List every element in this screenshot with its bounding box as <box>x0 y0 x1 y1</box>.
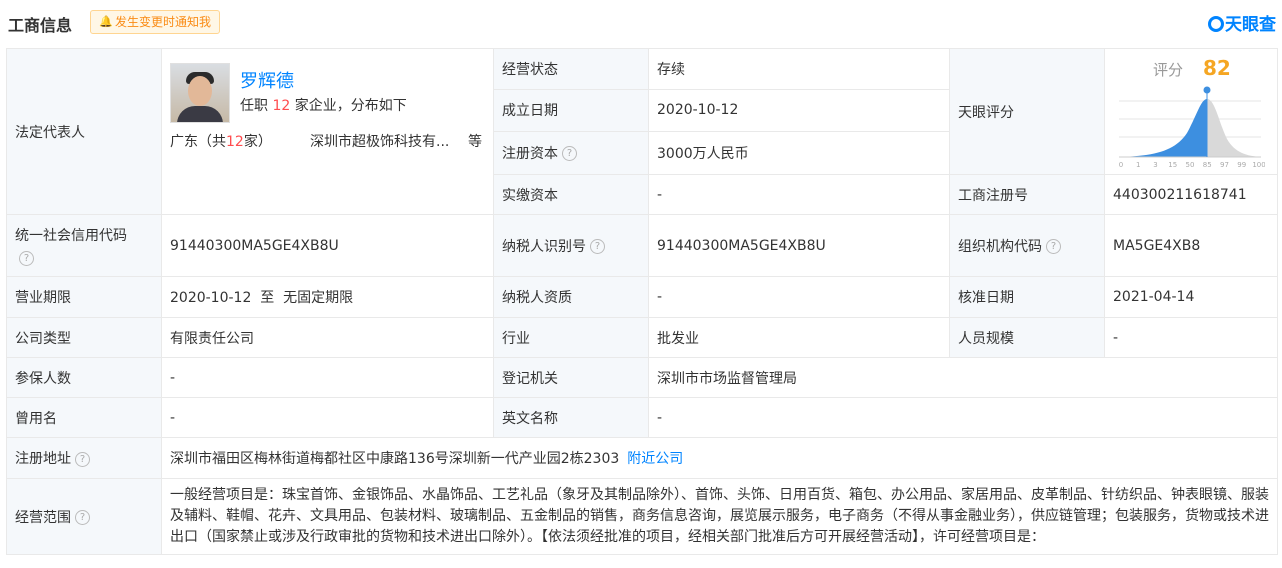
legal-rep-label: 法定代表人 <box>6 48 162 215</box>
reg-no-label: 工商注册号 <box>949 174 1105 215</box>
taxpayer-id-label: 纳税人识别号? <box>493 214 649 277</box>
section-title: 工商信息 <box>8 16 73 35</box>
bell-icon: 🔔 <box>99 15 113 28</box>
reg-authority-label: 登记机关 <box>493 357 649 398</box>
legal-rep-avatar[interactable] <box>170 62 230 123</box>
score-caption: 评分 <box>1153 61 1184 79</box>
taxpayer-id-value: 91440300MA5GE4XB8U <box>648 214 950 277</box>
paid-capital-label: 实缴资本 <box>493 174 649 215</box>
section-header: 工商信息 🔔 发生变更时通知我 天眼查 <box>0 0 1282 44</box>
legal-rep-more[interactable]: 等 <box>468 131 482 151</box>
established-value: 2020-10-12 <box>648 89 950 132</box>
legal-rep-desc: 任职 12 家企业，分布如下 <box>240 97 407 114</box>
english-name-label: 英文名称 <box>493 397 649 438</box>
help-icon[interactable]: ? <box>75 510 90 525</box>
score-axis-tick: 15 <box>1168 161 1177 169</box>
company-type-value: 有限责任公司 <box>161 317 494 358</box>
score-cell[interactable]: 评分 82 0 1 3 15 50 85 97 99 100 <box>1104 48 1278 175</box>
score-value: 82 <box>1203 56 1231 80</box>
tianyancha-logo-icon <box>1208 16 1224 32</box>
former-name-label: 曾用名 <box>6 397 162 438</box>
taxpayer-qual-label: 纳税人资质 <box>493 276 649 318</box>
brand-name: 天眼查 <box>1225 15 1276 35</box>
english-name-value: - <box>648 397 1278 438</box>
term-label: 营业期限 <box>6 276 162 318</box>
org-code-value: MA5GE4XB8 <box>1104 214 1278 277</box>
address-value: 深圳市福田区梅林街道梅都社区中康路136号深圳新一代产业园2栋2303 附近公司 <box>161 437 1278 479</box>
score-axis-tick: 85 <box>1203 161 1212 169</box>
credit-code-value: 91440300MA5GE4XB8U <box>161 214 494 277</box>
legal-rep-region[interactable]: 广东（共12家） <box>170 131 272 151</box>
legal-rep-name-link[interactable]: 罗辉德 <box>240 67 294 93</box>
scope-value: 一般经营项目是：珠宝首饰、金银饰品、水晶饰品、工艺礼品（象牙及其制品除外）、首饰… <box>161 478 1278 555</box>
score-axis-tick: 100 <box>1252 161 1265 169</box>
status-value: 存续 <box>648 47 950 91</box>
help-icon[interactable]: ? <box>590 239 605 254</box>
staff-size-label: 人员规模 <box>949 317 1105 358</box>
reg-no-value: 440300211618741 <box>1104 174 1278 215</box>
credit-code-label: 统一社会信用代码? <box>6 214 162 277</box>
reg-authority-value: 深圳市市场监督管理局 <box>648 357 1278 398</box>
legal-rep-cell: 罗辉德 任职 12 家企业，分布如下 广东（共12家） 深圳市超极饰科技有...… <box>161 48 494 215</box>
score-axis-tick: 1 <box>1136 161 1140 169</box>
approval-date-label: 核准日期 <box>949 276 1105 318</box>
score-axis-tick: 3 <box>1153 161 1157 169</box>
score-label: 天眼评分 <box>949 48 1105 175</box>
industry-label: 行业 <box>493 317 649 358</box>
registered-capital-label: 注册资本? <box>493 130 649 176</box>
score-axis-tick: 50 <box>1186 161 1195 169</box>
score-axis-tick: 99 <box>1237 161 1246 169</box>
established-label: 成立日期 <box>493 89 649 132</box>
help-icon[interactable]: ? <box>75 451 90 467</box>
org-code-label: 组织机构代码? <box>949 214 1105 277</box>
registered-capital-value: 3000万人民币 <box>648 130 950 176</box>
legal-rep-company-link[interactable]: 深圳市超极饰科技有... <box>310 131 449 151</box>
nearby-companies-link[interactable]: 附近公司 <box>627 451 683 467</box>
help-icon[interactable]: ? <box>562 146 577 162</box>
company-type-label: 公司类型 <box>6 317 162 358</box>
paid-capital-value: - <box>648 174 950 215</box>
business-info-table: 法定代表人 罗辉德 任职 12 家企业，分布如下 广东（共12家） 深圳市超极饰… <box>6 47 1278 555</box>
former-name-value: - <box>161 397 494 438</box>
scope-label: 经营范围? <box>6 478 162 555</box>
address-label: 注册地址? <box>6 437 162 479</box>
term-value: 2020-10-12 至 无固定期限 <box>161 276 494 318</box>
industry-value: 批发业 <box>648 317 950 358</box>
score-distribution-chart: 0 1 3 15 50 85 97 99 100 <box>1119 86 1265 169</box>
staff-size-value: - <box>1104 317 1278 358</box>
notify-change-button[interactable]: 🔔 发生变更时通知我 <box>90 10 221 34</box>
score-axis-tick: 97 <box>1220 161 1229 169</box>
notify-label: 发生变更时通知我 <box>115 15 212 29</box>
insured-label: 参保人数 <box>6 357 162 398</box>
insured-value: - <box>161 357 494 398</box>
approval-date-value: 2021-04-14 <box>1104 276 1278 318</box>
status-label: 经营状态 <box>493 47 649 91</box>
help-icon[interactable]: ? <box>1046 239 1061 254</box>
help-icon[interactable]: ? <box>19 251 34 266</box>
score-axis-tick: 0 <box>1119 161 1123 169</box>
taxpayer-qual-value: - <box>648 276 950 318</box>
brand-logo[interactable]: 天眼查 <box>1208 10 1276 35</box>
